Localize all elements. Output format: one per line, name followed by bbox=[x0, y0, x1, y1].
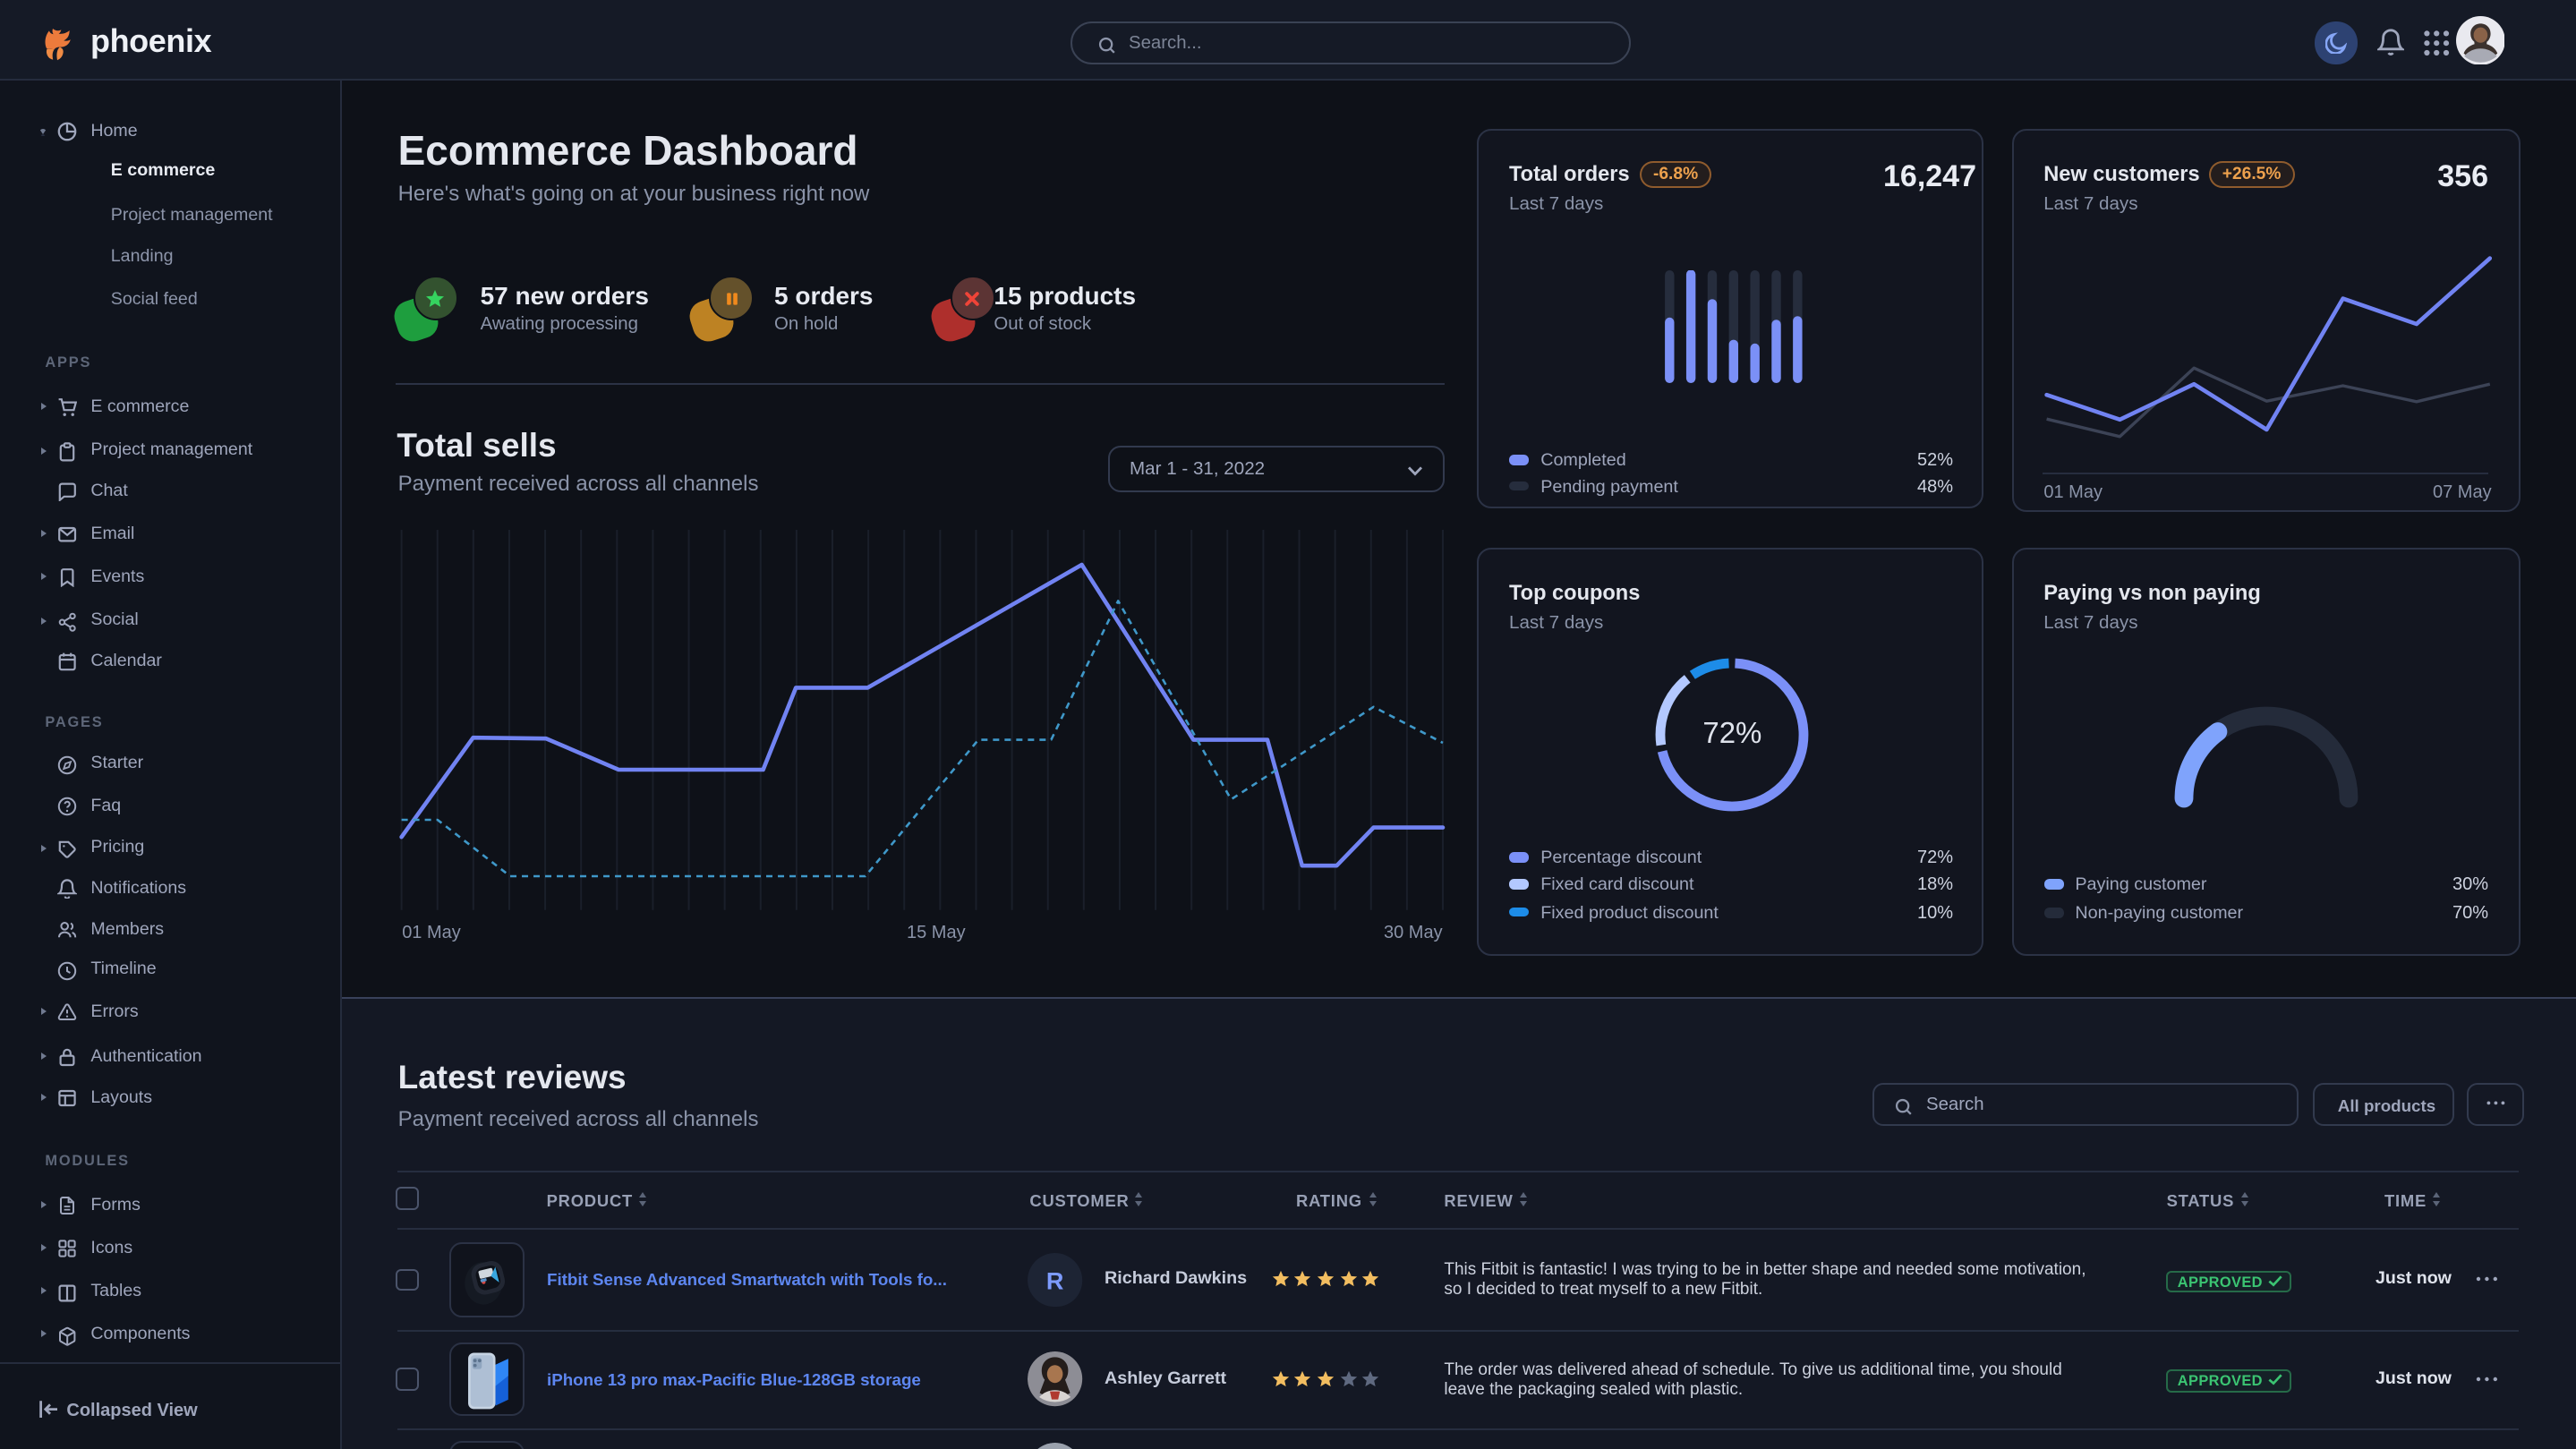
svg-text:R: R bbox=[1046, 1267, 1064, 1294]
